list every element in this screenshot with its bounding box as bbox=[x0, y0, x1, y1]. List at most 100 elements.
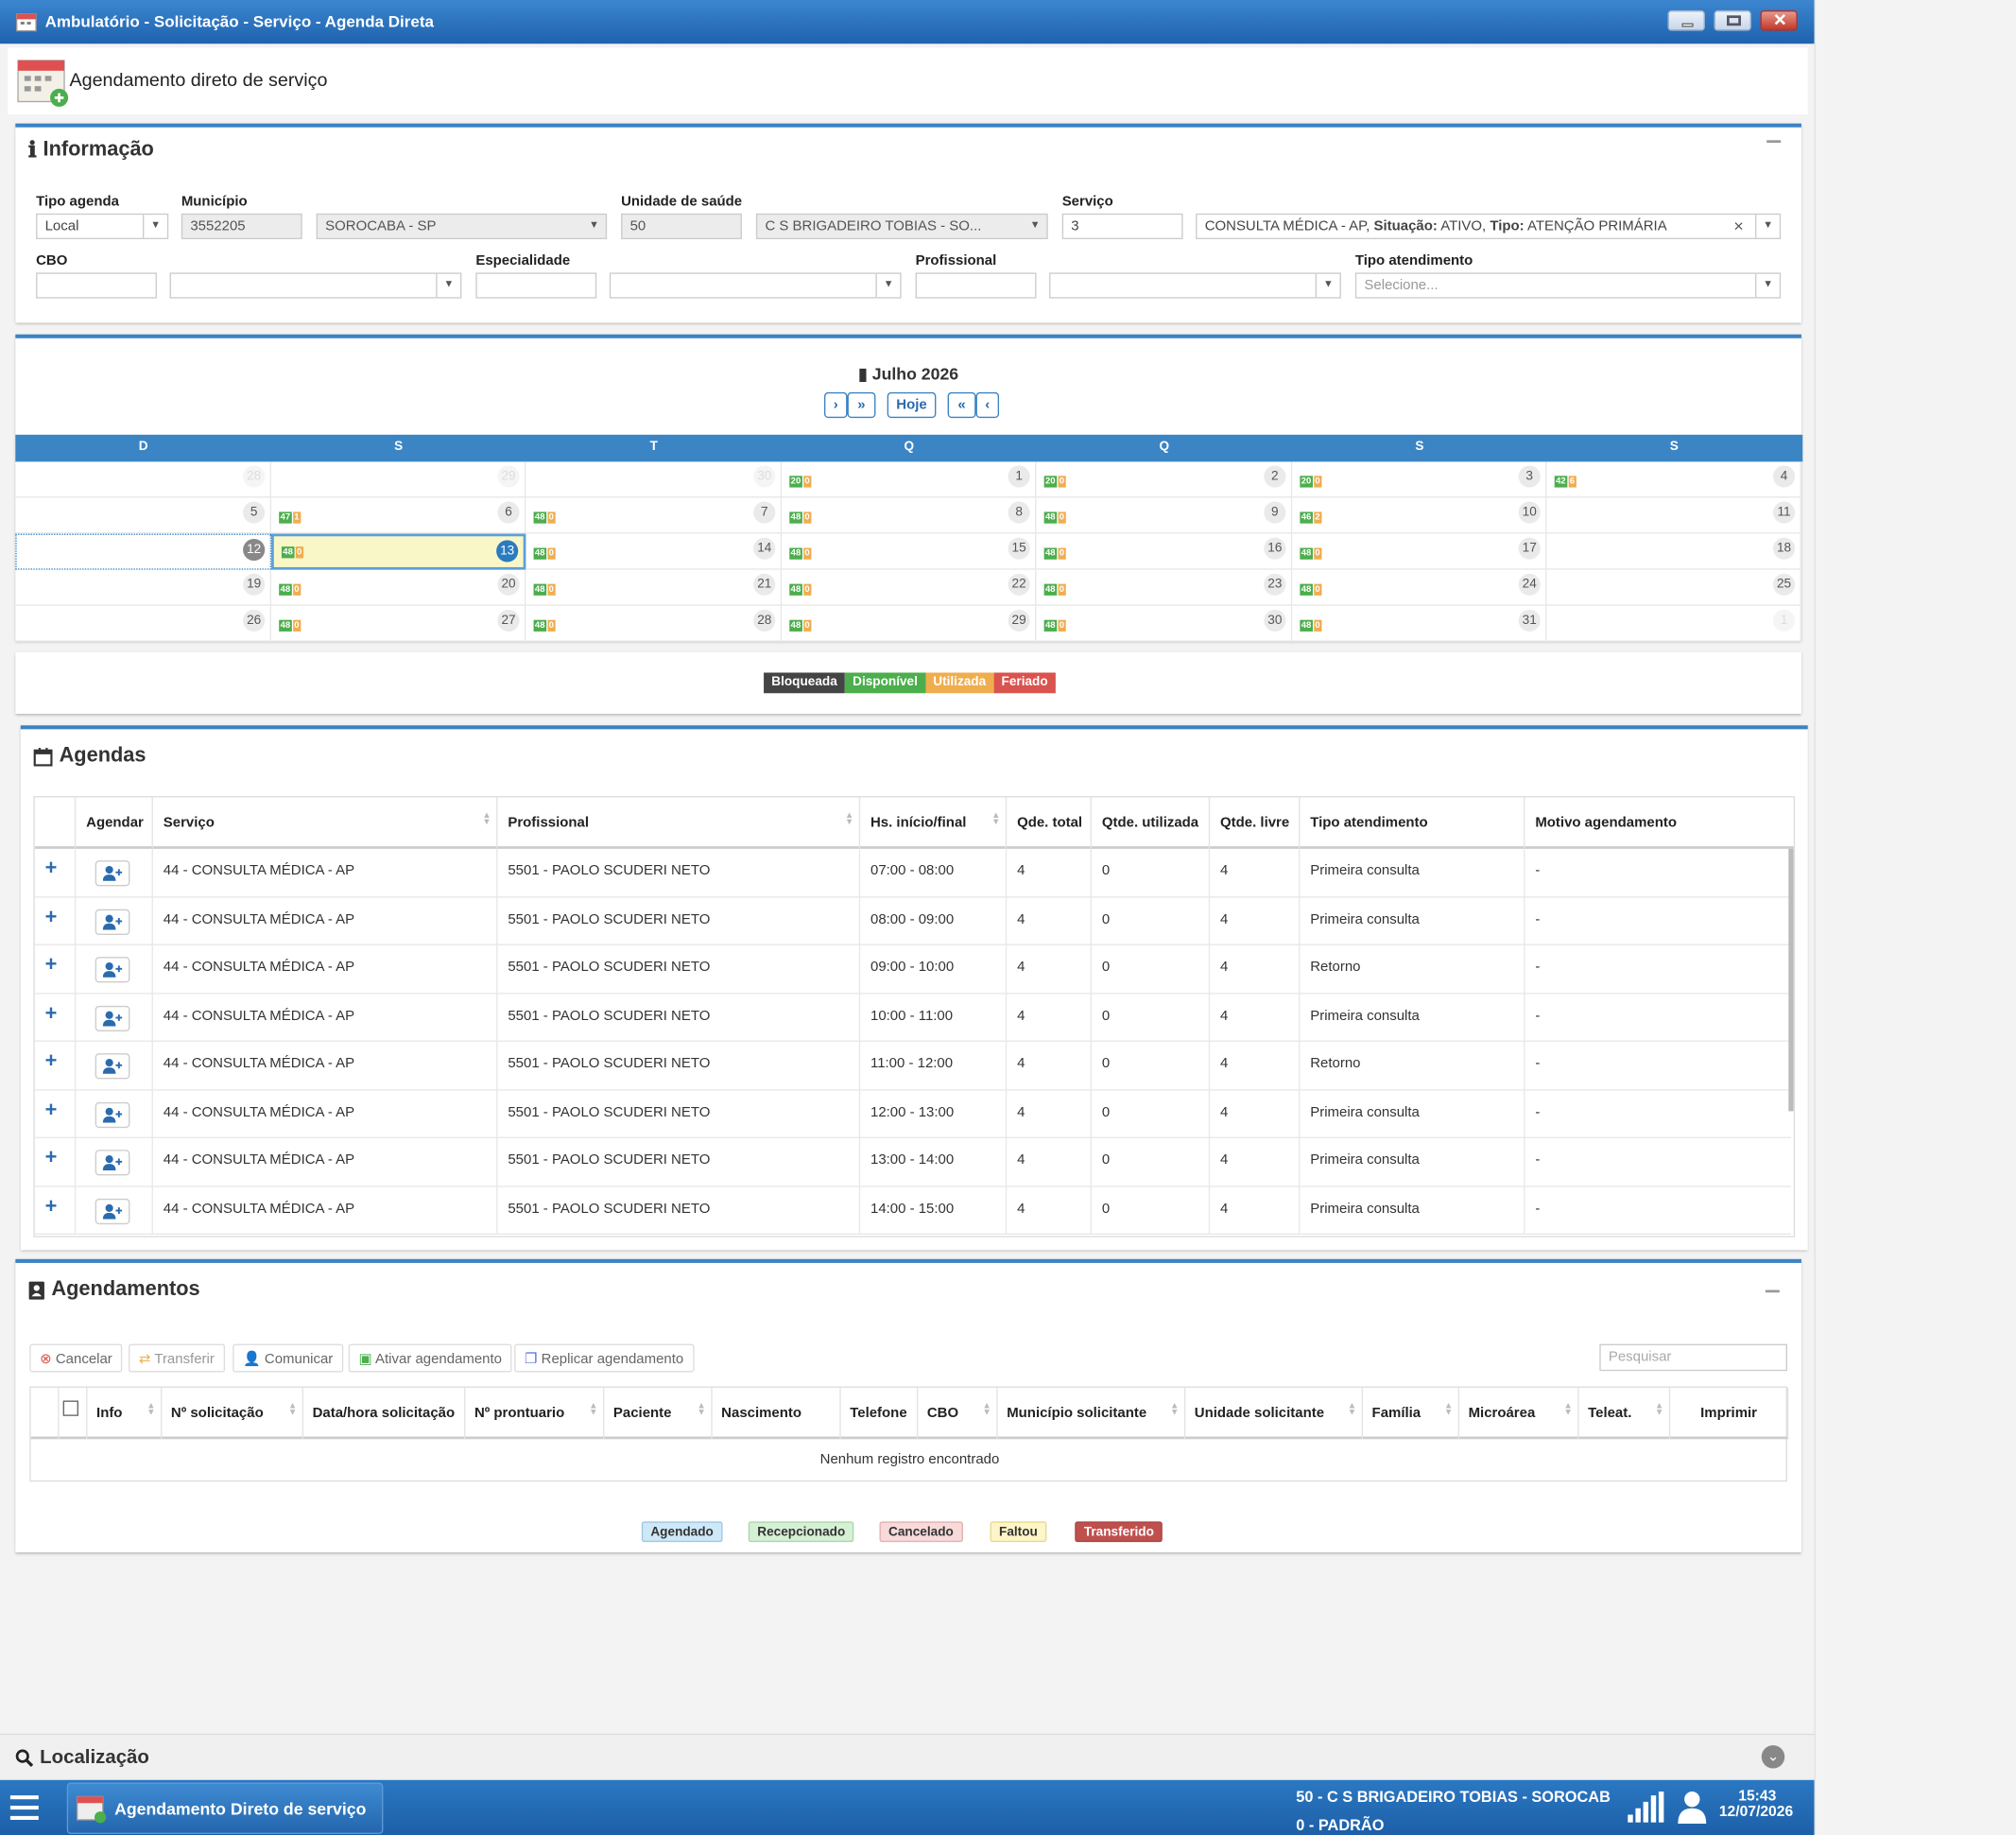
minimize-button[interactable] bbox=[1667, 9, 1705, 31]
column-header[interactable]: Nº solicitação ▲ ▼ bbox=[162, 1387, 304, 1440]
calendar-day-cell[interactable]: 1 bbox=[1546, 605, 1801, 642]
calendar-day-cell[interactable]: 22 48 0 bbox=[782, 569, 1037, 606]
agendar-button[interactable] bbox=[95, 860, 130, 887]
column-header[interactable]: Telefone bbox=[841, 1387, 919, 1440]
prev-month-button[interactable]: ‹ bbox=[975, 391, 1000, 419]
calendar-day-cell[interactable]: 30 bbox=[526, 461, 783, 498]
column-header[interactable]: Qtde. utilizada bbox=[1092, 797, 1211, 849]
maximize-button[interactable] bbox=[1714, 9, 1751, 31]
expand-plus-icon[interactable]: + bbox=[45, 906, 58, 928]
column-header[interactable]: Motivo agendamento bbox=[1525, 797, 1793, 848]
calendar-day-cell[interactable]: 12 bbox=[15, 533, 272, 570]
expand-plus-icon[interactable]: + bbox=[45, 1195, 58, 1218]
expand-plus-icon[interactable]: + bbox=[45, 1050, 58, 1073]
calendar-day-cell[interactable]: 13 48 0 bbox=[271, 533, 526, 570]
calendar-day-cell[interactable]: 24 48 0 bbox=[1292, 569, 1547, 606]
next-year-button[interactable]: » bbox=[847, 391, 876, 419]
column-header[interactable]: Agendar bbox=[76, 797, 153, 849]
calendar-day-cell[interactable]: 28 bbox=[15, 461, 272, 498]
especialidade-select[interactable]: ▼ bbox=[609, 272, 902, 299]
calendar-day-cell[interactable]: 18 bbox=[1546, 533, 1801, 570]
calendar-day-cell[interactable]: 25 bbox=[1546, 569, 1801, 606]
close-button[interactable]: ✕ bbox=[1760, 9, 1798, 31]
cbo-select[interactable]: ▼ bbox=[169, 272, 462, 299]
servico-select[interactable]: CONSULTA MÉDICA - AP, Situação: ATIVO, T… bbox=[1196, 213, 1782, 240]
calendar-day-cell[interactable]: 8 48 0 bbox=[782, 497, 1037, 534]
collapse-icon[interactable] bbox=[1766, 140, 1782, 144]
column-header[interactable]: Paciente ▲ ▼ bbox=[604, 1387, 713, 1440]
column-header[interactable]: Família ▲ ▼ bbox=[1363, 1387, 1460, 1440]
column-header[interactable]: Imprimir bbox=[1670, 1387, 1789, 1440]
tipo-agenda-select[interactable]: Local ▼ bbox=[36, 213, 169, 240]
clear-icon[interactable]: × bbox=[1733, 216, 1743, 235]
localizacao-bar[interactable]: Localização ⌄ bbox=[0, 1733, 1815, 1780]
column-header[interactable]: Info ▲ ▼ bbox=[88, 1387, 163, 1440]
replicar-agendamento-button[interactable]: ❐ Replicar agendamento bbox=[514, 1343, 695, 1373]
calendar-day-cell[interactable]: 10 46 2 bbox=[1292, 497, 1547, 534]
unidade-code-field[interactable]: 50 bbox=[621, 213, 742, 240]
user-icon[interactable] bbox=[1677, 1791, 1708, 1825]
column-header[interactable]: Hs. início/final ▲ ▼ bbox=[860, 797, 1008, 849]
calendar-day-cell[interactable]: 21 48 0 bbox=[526, 569, 783, 606]
agendar-button[interactable] bbox=[95, 957, 130, 983]
profissional-code-field[interactable] bbox=[915, 272, 1037, 299]
taskbar-app-button[interactable]: Agendamento Direto de serviço bbox=[66, 1782, 384, 1834]
agendar-button[interactable] bbox=[95, 909, 130, 935]
unidade-select[interactable]: C S BRIGADEIRO TOBIAS - SO... ▼ bbox=[755, 213, 1048, 240]
expand-plus-icon[interactable]: + bbox=[45, 1099, 58, 1121]
calendar-day-cell[interactable]: 1 20 0 bbox=[782, 461, 1037, 498]
column-header[interactable]: Município solicitante ▲ ▼ bbox=[998, 1387, 1186, 1440]
calendar-day-cell[interactable]: 26 bbox=[15, 605, 272, 642]
calendar-day-cell[interactable]: 14 48 0 bbox=[526, 533, 783, 570]
calendar-day-cell[interactable]: 27 48 0 bbox=[271, 605, 526, 642]
calendar-day-cell[interactable]: 16 48 0 bbox=[1036, 533, 1293, 570]
column-header[interactable]: Tipo atendimento bbox=[1300, 797, 1525, 849]
calendar-day-cell[interactable]: 15 48 0 bbox=[782, 533, 1037, 570]
agendar-button[interactable] bbox=[95, 1101, 130, 1128]
agendar-button[interactable] bbox=[95, 1150, 130, 1176]
comunicar-button[interactable]: 👤 Comunicar bbox=[233, 1343, 344, 1373]
search-input[interactable]: Pesquisar bbox=[1599, 1343, 1787, 1372]
column-header[interactable]: Microárea ▲ ▼ bbox=[1459, 1387, 1579, 1440]
tipo-atendimento-select[interactable]: Selecione... ▼ bbox=[1354, 272, 1782, 299]
calendar-day-cell[interactable]: 6 47 1 bbox=[271, 497, 526, 534]
select-all-checkbox[interactable] bbox=[62, 1400, 78, 1416]
calendar-day-cell[interactable]: 23 48 0 bbox=[1036, 569, 1293, 606]
expand-plus-icon[interactable]: + bbox=[45, 1147, 58, 1169]
column-header[interactable]: Profissional ▲ ▼ bbox=[497, 797, 861, 849]
prev-year-button[interactable]: « bbox=[947, 391, 976, 419]
cancelar-button[interactable]: ⊗ Cancelar bbox=[29, 1343, 123, 1373]
calendar-day-cell[interactable]: 7 48 0 bbox=[526, 497, 783, 534]
column-header[interactable]: Serviço ▲ ▼ bbox=[153, 797, 498, 849]
calendar-day-cell[interactable]: 29 bbox=[271, 461, 526, 498]
expand-plus-icon[interactable]: + bbox=[45, 954, 58, 977]
calendar-day-cell[interactable]: 2 20 0 bbox=[1036, 461, 1293, 498]
column-header[interactable]: Nascimento bbox=[713, 1387, 841, 1440]
municipio-select[interactable]: SOROCABA - SP ▼ bbox=[316, 213, 608, 240]
column-header[interactable]: Qtde. livre bbox=[1210, 797, 1301, 849]
calendar-day-cell[interactable]: 30 48 0 bbox=[1036, 605, 1293, 642]
ativar-agendamento-button[interactable]: ▣ Ativar agendamento bbox=[348, 1343, 512, 1373]
today-button[interactable]: Hoje bbox=[887, 391, 937, 419]
profissional-select[interactable]: ▼ bbox=[1049, 272, 1341, 299]
scrollbar[interactable] bbox=[1788, 848, 1794, 1112]
column-header[interactable]: Unidade solicitante ▲ ▼ bbox=[1185, 1387, 1364, 1440]
calendar-day-cell[interactable]: 9 48 0 bbox=[1036, 497, 1293, 534]
calendar-day-cell[interactable]: 5 bbox=[15, 497, 272, 534]
chevron-down-icon[interactable]: ⌄ bbox=[1761, 1745, 1785, 1769]
calendar-day-cell[interactable]: 20 48 0 bbox=[271, 569, 526, 606]
next-month-button[interactable]: › bbox=[824, 391, 848, 419]
agendar-button[interactable] bbox=[95, 1005, 130, 1031]
column-header[interactable]: CBO ▲ ▼ bbox=[918, 1387, 998, 1440]
cbo-code-field[interactable] bbox=[36, 272, 157, 299]
calendar-day-cell[interactable]: 31 48 0 bbox=[1292, 605, 1547, 642]
expand-plus-icon[interactable]: + bbox=[45, 857, 58, 880]
calendar-day-cell[interactable]: 17 48 0 bbox=[1292, 533, 1547, 570]
calendar-day-cell[interactable]: 19 bbox=[15, 569, 272, 606]
agendar-button[interactable] bbox=[95, 1053, 130, 1080]
agendar-button[interactable] bbox=[95, 1198, 130, 1224]
calendar-day-cell[interactable]: 3 20 0 bbox=[1292, 461, 1547, 498]
column-header[interactable]: Qde. total bbox=[1007, 797, 1092, 849]
collapse-icon[interactable] bbox=[1765, 1290, 1780, 1293]
calendar-day-cell[interactable]: 4 42 6 bbox=[1546, 461, 1801, 498]
